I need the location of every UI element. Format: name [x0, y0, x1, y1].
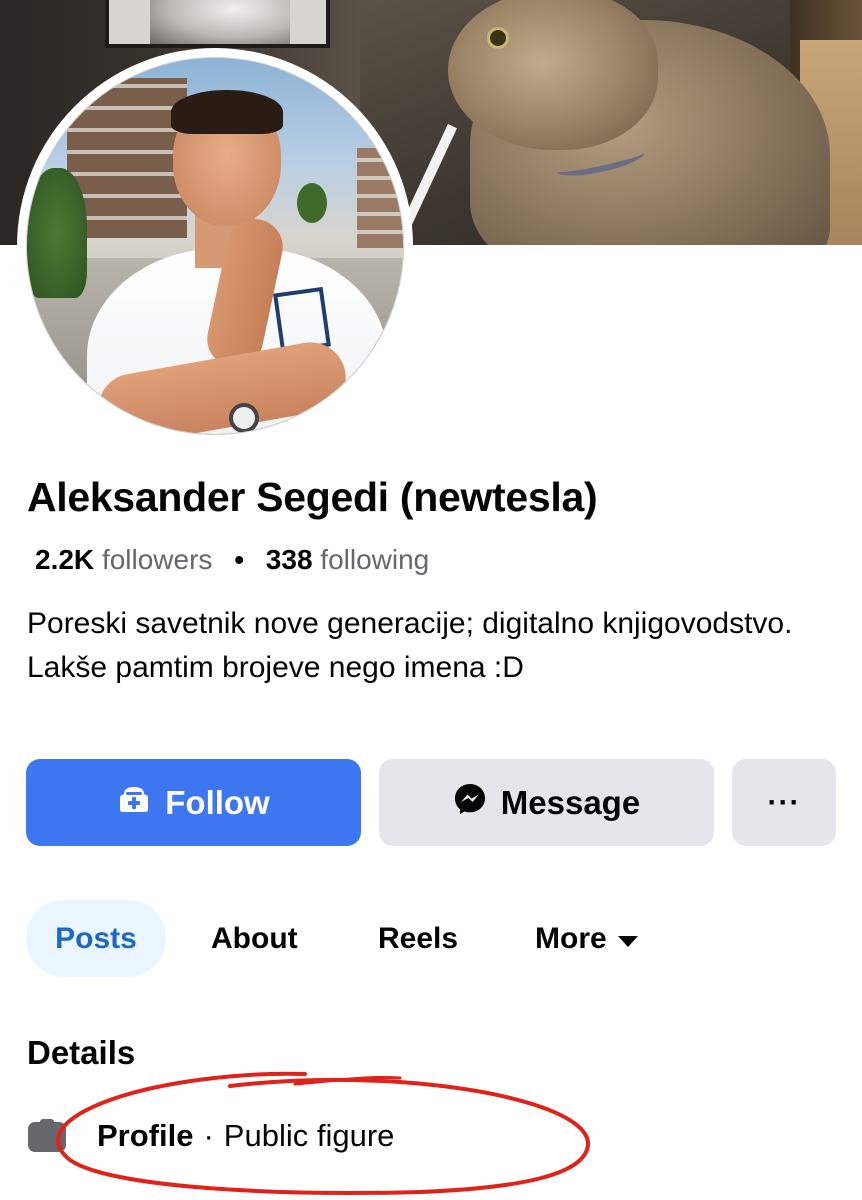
tab-reels[interactable]: Reels [378, 900, 458, 977]
avatar-photo [26, 57, 404, 435]
tab-posts-label: Posts [55, 921, 137, 955]
details-category-value: Public figure [223, 1118, 395, 1153]
more-options-icon: ··· [767, 785, 801, 819]
followers-label: followers [101, 544, 213, 575]
details-heading: Details [27, 1034, 136, 1071]
caret-down-icon [617, 922, 639, 956]
profile-badge-icon [27, 1118, 67, 1154]
tab-about[interactable]: About [211, 900, 298, 977]
message-label: Message [500, 783, 641, 821]
following-count: 338 [265, 544, 313, 575]
tab-about-label: About [211, 921, 298, 955]
follow-button[interactable]: Follow [26, 759, 361, 846]
details-category-sep: · [203, 1118, 214, 1153]
followers-link[interactable]: 2.2K followers [35, 544, 220, 575]
follow-label: Follow [165, 783, 270, 821]
tab-posts[interactable]: Posts [26, 900, 166, 977]
message-button[interactable]: Message [379, 759, 714, 846]
details-category-row: Profile · Public figure [27, 1112, 394, 1160]
details-category-key: Profile [97, 1118, 194, 1153]
profile-page: Aleksander Segedi (newtesla) 2.2K follow… [0, 0, 862, 1200]
more-options-button[interactable]: ··· [732, 759, 836, 846]
add-friend-icon [117, 782, 151, 824]
tab-more[interactable]: More [535, 900, 639, 977]
tab-more-label: More [535, 921, 607, 955]
profile-name: Aleksander Segedi (newtesla) [27, 474, 598, 520]
following-link[interactable]: 338 following [266, 544, 429, 575]
stats-separator: • [234, 544, 245, 575]
tab-reels-label: Reels [378, 921, 459, 955]
following-label: following [320, 544, 430, 575]
messenger-icon [453, 782, 487, 824]
followers-count: 2.2K [35, 544, 95, 575]
profile-avatar[interactable] [17, 48, 413, 444]
profile-bio: Poreski savetnik nove generacije; digita… [27, 607, 793, 684]
profile-stats: 2.2K followers • 338 following [35, 544, 429, 576]
